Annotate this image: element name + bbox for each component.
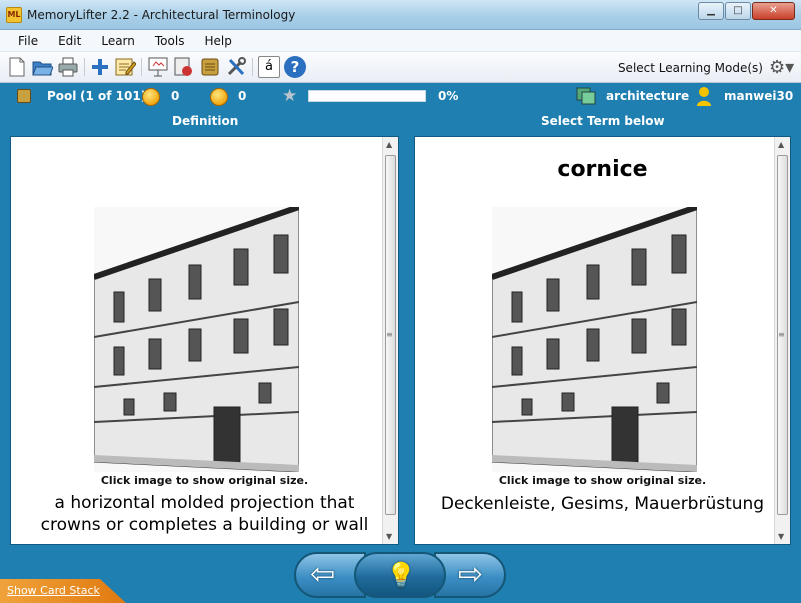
user-name[interactable]: manwei30 xyxy=(724,89,793,103)
pool-count: (1 of 101) xyxy=(80,89,147,103)
grip-icon: ≡ xyxy=(778,330,785,339)
window-title: MemoryLifter 2.2 - Architectural Termino… xyxy=(27,8,296,22)
menu-tools[interactable]: Tools xyxy=(145,34,195,48)
add-card-icon[interactable] xyxy=(89,56,111,78)
menu-file[interactable]: File xyxy=(8,34,48,48)
minimize-button[interactable]: ▁ xyxy=(698,2,724,20)
learning-mode-label[interactable]: Select Learning Mode(s) xyxy=(618,61,763,75)
select-term-heading: Select Term below xyxy=(541,114,665,128)
new-document-icon[interactable] xyxy=(6,56,28,78)
sad-face-icon xyxy=(210,88,228,106)
bottom-navigation: ⇦ 💡 ⇨ xyxy=(0,551,801,603)
dictionary-icon xyxy=(576,87,596,105)
scroll-up-icon[interactable]: ▲ xyxy=(386,140,392,149)
scroll-down-icon[interactable]: ▼ xyxy=(386,532,392,541)
special-character-icon[interactable]: á xyxy=(258,56,280,78)
definition-panel: Click image to show original size. a hor… xyxy=(10,136,399,545)
scroll-down-icon[interactable]: ▼ xyxy=(778,532,784,541)
status-bar: Pool (1 of 101) 0 0 ★ 0% architecture ma… xyxy=(0,84,801,110)
happy-count: 0 xyxy=(171,89,180,103)
definition-heading: Definition xyxy=(172,114,239,128)
arrow-left-icon: ⇦ xyxy=(310,557,336,592)
scroll-up-icon[interactable]: ▲ xyxy=(778,140,784,149)
grip-icon: ≡ xyxy=(386,330,393,339)
open-folder-icon[interactable] xyxy=(31,56,54,78)
arrow-right-icon: ⇨ xyxy=(458,557,484,592)
slideshow-icon[interactable] xyxy=(147,56,169,78)
image-caption: Click image to show original size. xyxy=(498,474,707,487)
menu-help[interactable]: Help xyxy=(194,34,241,48)
definition-text-line1: a horizontal molded projection that xyxy=(54,493,355,513)
toolbar: á ? Select Learning Mode(s) ⚙▾ xyxy=(0,52,801,83)
pool-label: Pool xyxy=(47,89,77,103)
settings-tools-icon[interactable] xyxy=(225,56,247,78)
lightbulb-icon: 💡 xyxy=(386,561,416,589)
menu-learn[interactable]: Learn xyxy=(91,34,145,48)
user-icon xyxy=(696,86,712,106)
happy-face-icon xyxy=(142,88,160,106)
box-icon[interactable] xyxy=(199,56,221,78)
memorylifter-app-icon: ML xyxy=(6,7,22,23)
help-icon[interactable]: ? xyxy=(284,56,306,78)
menu-edit[interactable]: Edit xyxy=(48,34,91,48)
sad-count: 0 xyxy=(238,89,247,103)
hint-button[interactable]: 💡 xyxy=(354,552,446,598)
dictionary-name[interactable]: architecture xyxy=(606,89,689,103)
print-icon[interactable] xyxy=(57,56,79,78)
progress-percent: 0% xyxy=(438,89,459,103)
star-icon: ★ xyxy=(282,86,298,106)
definition-scrollbar[interactable]: ▲ ≡ ▼ xyxy=(382,137,398,544)
show-card-stack-label: Show Card Stack xyxy=(7,584,100,597)
maximize-button[interactable]: □ xyxy=(725,2,751,20)
menu-bar: File Edit Learn Tools Help xyxy=(0,30,801,52)
definition-text-line2: crowns or completes a building or wall xyxy=(40,515,369,535)
term-translation: Deckenleiste, Gesims, Mauerbrüstung xyxy=(440,494,765,514)
title-bar: ML MemoryLifter 2.2 - Architectural Term… xyxy=(0,0,801,30)
edit-card-icon[interactable] xyxy=(114,56,137,78)
close-button[interactable]: ✕ xyxy=(752,2,795,20)
pool-box-icon xyxy=(17,89,31,103)
card-print-icon[interactable] xyxy=(172,56,194,78)
gear-icon[interactable]: ⚙▾ xyxy=(769,57,794,79)
term-word: cornice xyxy=(557,157,648,182)
learning-progress-bar xyxy=(308,90,426,102)
term-scrollbar[interactable]: ▲ ≡ ▼ xyxy=(774,137,790,544)
window-controls: ▁ □ ✕ xyxy=(697,2,795,20)
term-panel: cornice Click image to show original siz… xyxy=(414,136,791,545)
building-image[interactable] xyxy=(491,204,698,473)
image-caption: Click image to show original size. xyxy=(100,474,309,487)
building-image[interactable] xyxy=(93,204,300,473)
